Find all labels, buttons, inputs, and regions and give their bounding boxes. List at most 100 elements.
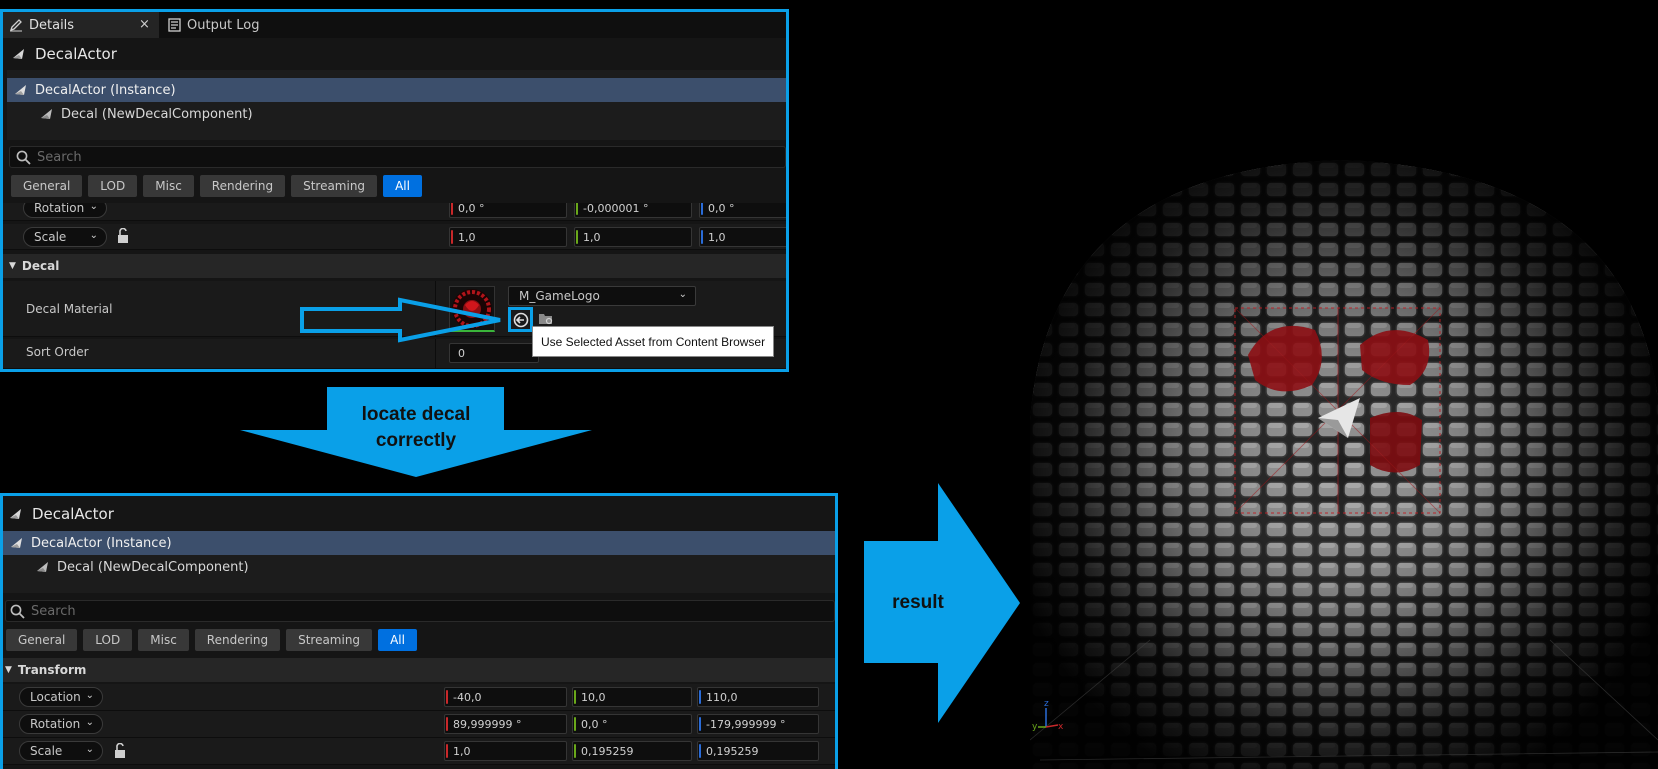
log-icon <box>167 18 181 32</box>
transform-section-header[interactable]: ▼ Transform <box>3 658 835 682</box>
tab-output-log[interactable]: Output Log <box>167 12 287 38</box>
search-placeholder: Search <box>37 149 82 165</box>
unlock-icon[interactable] <box>114 742 128 762</box>
search-input[interactable]: Search <box>9 146 786 168</box>
rotation-row: Rotation ⌄ 0,0 ° -0,000001 ° 0,0 ° <box>3 203 786 221</box>
tree-item-decal-component[interactable]: Decal (NewDecalComponent) <box>3 555 835 579</box>
scale-y-field[interactable]: 0,195259 <box>572 741 692 761</box>
rotation-z-field[interactable]: 0,0 ° <box>699 203 786 218</box>
tooltip: Use Selected Asset from Content Browser <box>532 326 774 357</box>
filter-bar: General LOD Misc Rendering Streaming All <box>6 629 417 651</box>
scale-x-field[interactable]: 1,0 <box>444 741 567 761</box>
chevron-down-icon: ⌄ <box>678 289 687 300</box>
filter-all-button[interactable]: All <box>378 629 417 651</box>
actor-header: DecalActor <box>3 498 835 530</box>
tab-bar: Details × Output Log <box>3 12 786 38</box>
axis-y-label: y <box>1032 722 1038 732</box>
decal-section-header[interactable]: ▼ Decal <box>3 254 786 278</box>
filter-lod-button[interactable]: LOD <box>88 175 138 197</box>
rotation-x-field[interactable]: 0,0 ° <box>449 203 567 218</box>
chevron-down-icon: ⌄ <box>89 230 98 241</box>
decal-material-label: Decal Material <box>26 302 113 316</box>
tree-item-label: Decal (NewDecalComponent) <box>57 559 249 575</box>
component-tree: DecalActor (Instance) Decal (NewDecalCom… <box>7 70 786 140</box>
tree-item-label: DecalActor (Instance) <box>31 535 172 551</box>
decal-actor-icon <box>11 46 27 62</box>
rotation-x-field[interactable]: 89,999999 ° <box>444 714 567 734</box>
page-title: DecalActor <box>35 45 117 63</box>
rotation-row: Rotation ⌄ 89,999999 ° 0,0 ° -179,999999… <box>3 711 835 738</box>
chevron-down-icon: ⌄ <box>89 203 98 212</box>
tree-item-actor-instance[interactable]: DecalActor (Instance) <box>3 531 835 555</box>
tab-output-log-label: Output Log <box>187 17 260 33</box>
decal-actor-icon <box>8 506 24 522</box>
rotation-y-field[interactable]: -0,000001 ° <box>574 203 692 218</box>
filter-rendering-button[interactable]: Rendering <box>199 175 286 197</box>
search-icon <box>16 150 31 165</box>
tree-item-label: DecalActor (Instance) <box>35 82 176 98</box>
location-y-field[interactable]: 10,0 <box>572 687 692 707</box>
chevron-down-icon: ⌄ <box>85 690 94 701</box>
scale-row: Scale ⌄ 1,0 1,0 1,0 <box>3 224 786 250</box>
location-label: Location <box>30 690 81 704</box>
location-row: Location ⌄ -40,0 10,0 110,0 <box>3 684 835 711</box>
filter-general-button[interactable]: General <box>6 629 78 651</box>
tree-item-actor-instance[interactable]: DecalActor (Instance) <box>7 78 786 102</box>
filter-all-button[interactable]: All <box>383 175 422 197</box>
location-z-field[interactable]: 110,0 <box>697 687 819 707</box>
column-divider <box>435 339 436 369</box>
scale-mode-dropdown[interactable]: Scale ⌄ <box>19 741 103 761</box>
collapse-triangle-icon: ▼ <box>5 665 12 675</box>
location-x-field[interactable]: -40,0 <box>444 687 567 707</box>
chevron-down-icon: ⌄ <box>85 744 94 755</box>
filter-streaming-button[interactable]: Streaming <box>286 629 373 651</box>
actor-header: DecalActor <box>3 38 786 70</box>
use-selected-asset-button[interactable] <box>508 307 533 332</box>
arrow2-label: result <box>892 592 944 613</box>
scale-mode-dropdown[interactable]: Scale ⌄ <box>23 227 107 247</box>
arrow1-label: locate decal correctly <box>361 404 471 451</box>
rotation-z-field[interactable]: -179,999999 ° <box>697 714 819 734</box>
details-panel-after: DecalActor DecalActor (Instance) Decal (… <box>0 493 838 769</box>
scale-label: Scale <box>34 230 67 244</box>
filter-misc-button[interactable]: Misc <box>138 629 189 651</box>
rotation-y-field[interactable]: 0,0 ° <box>572 714 692 734</box>
rotation-label: Rotation <box>30 717 81 731</box>
scale-row: Scale ⌄ 1,0 0,195259 0,195259 <box>3 738 835 765</box>
component-tree: DecalActor (Instance) Decal (NewDecalCom… <box>3 531 835 593</box>
decal-section-label: Decal <box>21 259 60 273</box>
page-title: DecalActor <box>32 505 114 523</box>
rotation-mode-dropdown[interactable]: Rotation ⌄ <box>23 203 107 218</box>
location-mode-dropdown[interactable]: Location ⌄ <box>19 687 103 707</box>
filter-rendering-button[interactable]: Rendering <box>194 629 281 651</box>
filter-general-button[interactable]: General <box>11 175 83 197</box>
scale-x-field[interactable]: 1,0 <box>449 227 567 247</box>
tree-item-decal-component[interactable]: Decal (NewDecalComponent) <box>7 102 786 126</box>
unlock-icon[interactable] <box>117 227 131 247</box>
rotation-label: Rotation <box>34 203 85 215</box>
decal-component-icon <box>35 559 51 575</box>
close-icon[interactable]: × <box>139 17 150 32</box>
scale-z-field[interactable]: 1,0 <box>699 227 786 247</box>
level-viewport[interactable]: z y x <box>1030 0 1658 769</box>
pointer-arrow-outline <box>300 297 501 343</box>
decal-actor-icon <box>9 535 25 551</box>
search-input[interactable]: Search <box>5 600 835 622</box>
filter-lod-button[interactable]: LOD <box>83 629 133 651</box>
scale-y-field[interactable]: 1,0 <box>574 227 692 247</box>
material-dropdown[interactable]: M_GameLogo ⌄ <box>508 286 696 306</box>
filter-streaming-button[interactable]: Streaming <box>291 175 378 197</box>
rotation-mode-dropdown[interactable]: Rotation ⌄ <box>19 714 103 734</box>
scale-z-field[interactable]: 0,195259 <box>697 741 819 761</box>
tab-details[interactable]: Details × <box>3 12 159 38</box>
sort-order-field[interactable]: 0 <box>449 343 539 363</box>
use-selected-asset-icon <box>513 312 528 327</box>
decal-actor-icon <box>13 82 29 98</box>
chevron-down-icon: ⌄ <box>85 717 94 728</box>
tree-item-label: Decal (NewDecalComponent) <box>61 106 253 122</box>
material-value: M_GameLogo <box>519 289 600 303</box>
axis-x-label: x <box>1058 722 1064 732</box>
viewport-scene <box>1030 160 1658 769</box>
filter-misc-button[interactable]: Misc <box>143 175 194 197</box>
axis-z-label: z <box>1044 699 1049 709</box>
